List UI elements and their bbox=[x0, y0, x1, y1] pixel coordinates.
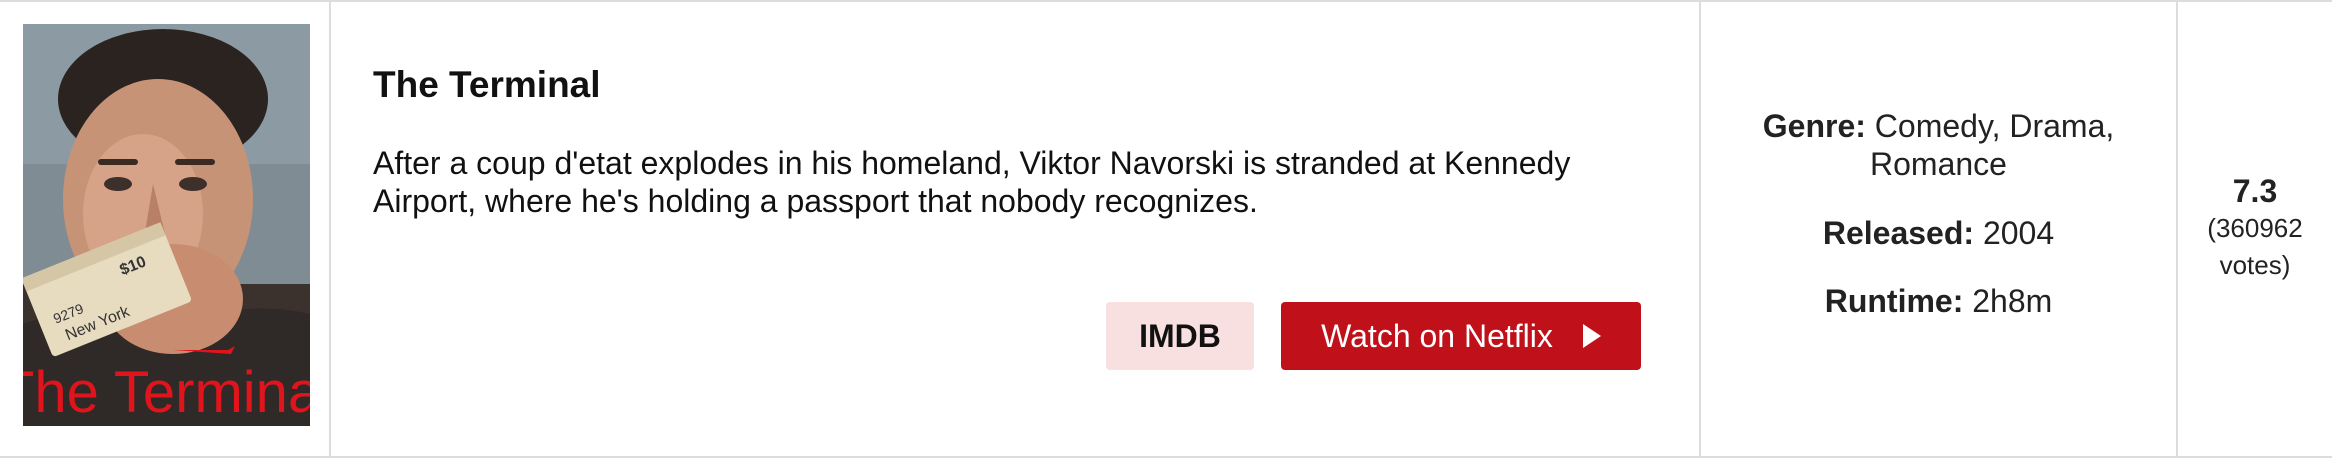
released-value: 2004 bbox=[1982, 215, 2055, 251]
movie-poster: $10 9279 New York The Terminal bbox=[23, 24, 310, 426]
genre-label: Genre: bbox=[1762, 108, 1866, 144]
rating-score: 7.3 bbox=[2232, 173, 2278, 209]
runtime-label: Runtime: bbox=[1824, 283, 1964, 319]
rating-votes: (360962 votes) bbox=[2207, 213, 2303, 280]
play-icon bbox=[1582, 324, 1601, 348]
imdb-button-label: IMDB bbox=[1139, 317, 1221, 354]
info-cell: The Terminal After a coup d'etat explode… bbox=[331, 2, 1701, 456]
runtime-value: 2h8m bbox=[1972, 283, 2053, 319]
netflix-button-label: Watch on Netflix bbox=[1321, 317, 1553, 354]
movie-row: $10 9279 New York The Terminal The Termi… bbox=[0, 0, 2332, 458]
rating-box: 7.3 (360962 votes) bbox=[2178, 172, 2332, 284]
released-label: Released: bbox=[1822, 215, 1975, 251]
runtime-info: Runtime: 2h8m bbox=[1701, 282, 2176, 320]
movie-title: The Terminal bbox=[373, 64, 601, 105]
meta-cell: Genre: Comedy, Drama, Romance Released: … bbox=[1701, 2, 2178, 456]
watch-on-netflix-button[interactable]: Watch on Netflix bbox=[1281, 302, 1641, 370]
imdb-button[interactable]: IMDB bbox=[1106, 302, 1254, 370]
movie-description: After a coup d'etat explodes in his home… bbox=[373, 145, 1571, 219]
rating-cell: 7.3 (360962 votes) bbox=[2178, 2, 2332, 456]
released-info: Released: 2004 bbox=[1701, 214, 2176, 252]
poster-title-art: The Terminal bbox=[23, 360, 310, 425]
genre-info: Genre: Comedy, Drama, Romance bbox=[1701, 107, 2176, 183]
genre-value: Comedy, Drama, Romance bbox=[1870, 108, 2115, 182]
poster-cell: $10 9279 New York The Terminal bbox=[0, 2, 331, 456]
